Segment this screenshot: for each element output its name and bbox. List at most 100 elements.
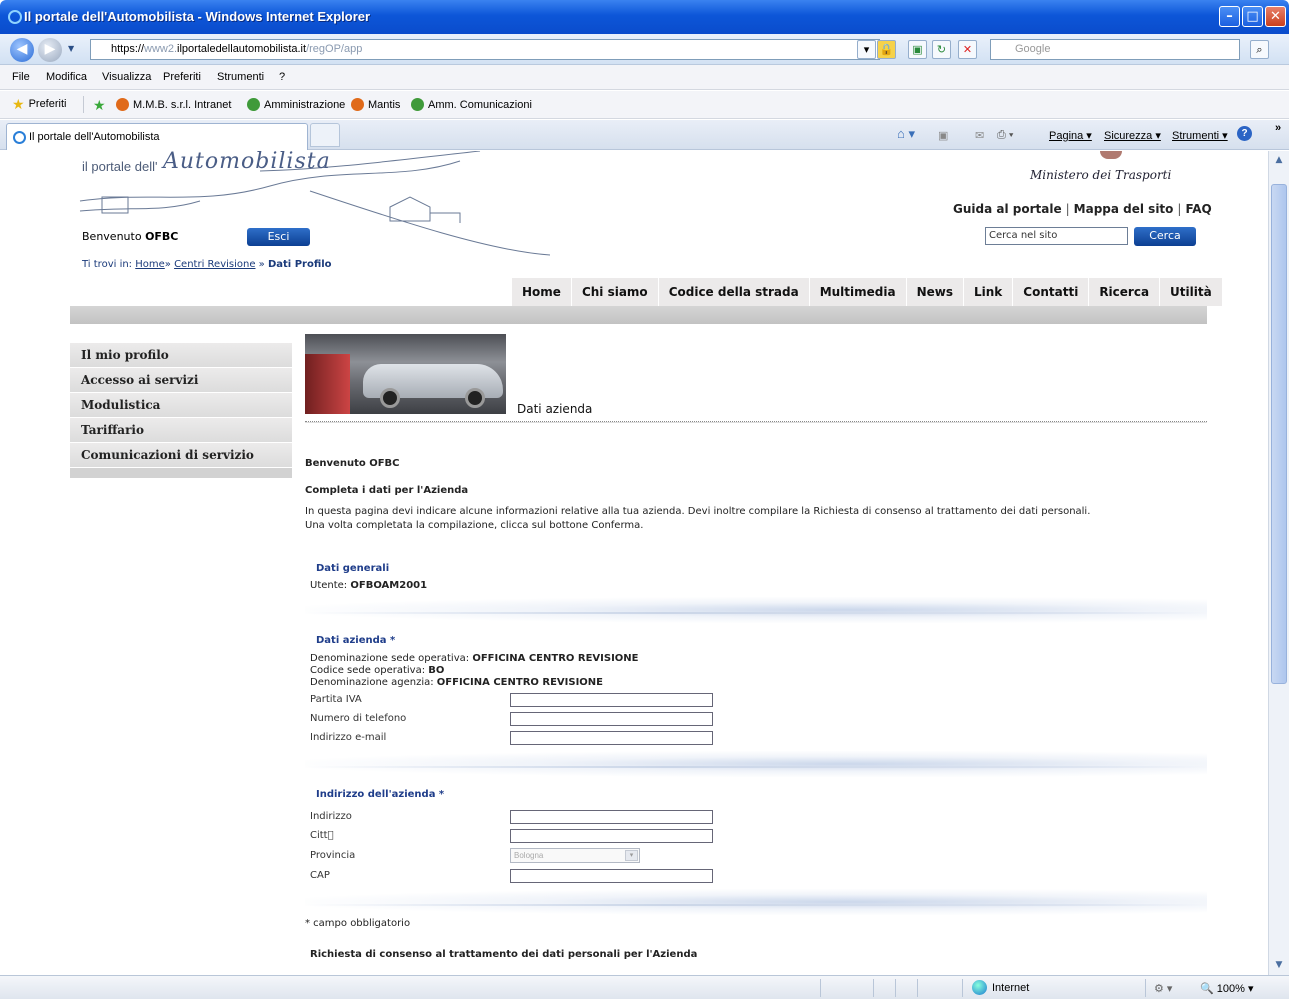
breadcrumb-home[interactable]: Home [135, 259, 165, 270]
window-titlebar: Il portale dell'Automobilista - Windows … [0, 0, 1289, 34]
dati-generali-title: Dati generali [316, 563, 390, 574]
sidebar-item-accesso[interactable]: Accesso ai servizi [70, 368, 292, 393]
link-faq[interactable]: FAQ [1185, 202, 1211, 216]
logout-button[interactable]: Esci [247, 228, 310, 246]
favorites-button[interactable]: ★ Preferiti [12, 97, 66, 111]
logo-script: Automobilista [163, 151, 331, 174]
consenso-title: Richiesta di consenso al trattamento dei… [310, 949, 698, 960]
zoom-level[interactable]: 🔍 100% ▾ [1200, 982, 1253, 995]
nav-contatti[interactable]: Contatti [1013, 278, 1090, 306]
den-agenzia-row: Denominazione agenzia: OFFICINA CENTRO R… [310, 677, 603, 688]
site-search-input[interactable]: Cerca nel sito [985, 227, 1128, 245]
refresh-icon[interactable]: ↻ [932, 40, 951, 59]
menu-strumenti[interactable]: Strumenti [217, 71, 264, 83]
close-button[interactable]: ✕ [1265, 6, 1286, 27]
menu-preferiti[interactable]: Preferiti [163, 71, 201, 83]
sidebar-item-profilo[interactable]: Il mio profilo [70, 343, 292, 368]
stop-icon[interactable]: ✕ [958, 40, 977, 59]
url-dropdown-icon[interactable]: ▾ [857, 40, 876, 59]
nav-multimedia[interactable]: Multimedia [810, 278, 907, 306]
ministry-emblem [1100, 151, 1122, 159]
cmd-sicurezza[interactable]: Sicurezza ▾ [1104, 129, 1161, 142]
sidebar-item-comunicazioni[interactable]: Comunicazioni di servizio [70, 443, 292, 468]
utente-row: Utente: OFBOAM2001 [310, 580, 428, 591]
help-icon[interactable]: ? [1237, 126, 1252, 141]
indirizzo-label: Indirizzo [310, 811, 352, 822]
provincia-select[interactable]: Bologna ▾ [510, 848, 640, 863]
top-links: Guida al portale | Mappa del sito | FAQ [953, 202, 1212, 216]
url-input[interactable]: https://www2.ilportaledellautomobilista.… [90, 39, 880, 60]
minimize-button[interactable]: – [1219, 6, 1240, 27]
history-dropdown-icon[interactable]: ▼ [68, 44, 74, 53]
required-note: * campo obbligatorio [305, 918, 411, 929]
telefono-label: Numero di telefono [310, 713, 407, 724]
tab-bar: Il portale dell'Automobilista ⌂ ▾ ▣ ✉ ⎙ … [0, 120, 1289, 150]
menu-file[interactable]: File [12, 71, 30, 83]
link-mappa[interactable]: Mappa del sito [1074, 202, 1174, 216]
maximize-button[interactable]: □ [1242, 6, 1263, 27]
indirizzo-field[interactable] [510, 810, 713, 824]
scrollbar-thumb[interactable] [1271, 184, 1287, 684]
cap-field[interactable] [510, 869, 713, 883]
breadcrumb-current: Dati Profilo [267, 259, 332, 270]
fav-amm-comunicazioni[interactable]: Amm. Comunicazioni [411, 98, 532, 111]
intro-text-2: Una volta completata la compilazione, cl… [305, 520, 644, 531]
link-icon [247, 98, 260, 111]
lock-icon[interactable]: 🔒 [877, 40, 896, 59]
nav-news[interactable]: News [907, 278, 964, 306]
link-guida[interactable]: Guida al portale [953, 202, 1062, 216]
partita-iva-label: Partita IVA [310, 694, 362, 705]
menu-modifica[interactable]: Modifica [46, 71, 87, 83]
cmd-strumenti[interactable]: Strumenti ▾ [1172, 129, 1228, 142]
search-icon[interactable]: ⌕ [1250, 40, 1269, 59]
scroll-up-icon[interactable]: ▲ [1272, 153, 1286, 167]
ie-icon [8, 10, 22, 24]
feeds-icon[interactable]: ▣ [938, 129, 948, 142]
print-icon[interactable]: ⎙ ▾ [997, 129, 1013, 142]
main-nav: Home Chi siamo Codice della strada Multi… [512, 278, 1223, 306]
forward-icon[interactable]: ▶ [38, 38, 62, 62]
home-icon[interactable]: ⌂ ▾ [897, 126, 915, 142]
nav-ricerca[interactable]: Ricerca [1089, 278, 1161, 306]
email-field[interactable] [510, 731, 713, 745]
cap-label: CAP [310, 870, 330, 881]
vertical-scrollbar[interactable]: ▲ ▼ [1268, 151, 1289, 975]
new-tab-button[interactable] [310, 123, 340, 147]
nav-codice-strada[interactable]: Codice della strada [659, 278, 810, 306]
sidebar-item-modulistica[interactable]: Modulistica [70, 393, 292, 418]
cmd-pagina[interactable]: Pagina ▾ [1049, 129, 1092, 142]
mail-icon[interactable]: ✉ [975, 129, 984, 142]
menu-visualizza[interactable]: Visualizza [102, 71, 151, 83]
menu-bar: File Modifica Visualizza Preferiti Strum… [0, 65, 1289, 90]
zone-label: Internet [992, 982, 1030, 994]
fav-mmb-intranet[interactable]: M.M.B. s.r.l. Intranet [116, 98, 231, 111]
search-button[interactable]: Cerca [1134, 227, 1196, 246]
window-title: Il portale dell'Automobilista - Windows … [24, 9, 371, 24]
chevron-more-icon[interactable]: » [1275, 122, 1281, 134]
browser-search-input[interactable]: Google [990, 39, 1240, 60]
nav-chi-siamo[interactable]: Chi siamo [572, 278, 659, 306]
menu-help[interactable]: ? [279, 71, 285, 83]
status-bar: Internet ⚙ ▾ 🔍 100% ▾ [0, 975, 1289, 999]
telefono-field[interactable] [510, 712, 713, 726]
intro-text-1: In questa pagina devi indicare alcune in… [305, 506, 1091, 517]
back-icon[interactable]: ◀ [10, 38, 34, 62]
protected-mode-icon[interactable]: ⚙ ▾ [1154, 982, 1172, 995]
nav-utilita[interactable]: Utilità [1160, 278, 1223, 306]
sidebar-item-tariffario[interactable]: Tariffario [70, 418, 292, 443]
dati-azienda-title: Dati azienda * [316, 635, 396, 646]
citta-field[interactable] [510, 829, 713, 843]
compatibility-icon[interactable]: ▣ [908, 40, 927, 59]
tab-portale[interactable]: Il portale dell'Automobilista [6, 123, 308, 150]
nav-home[interactable]: Home [512, 278, 572, 306]
fav-amministrazione[interactable]: Amministrazione [247, 98, 345, 111]
workshop-photo [305, 334, 506, 414]
provincia-label: Provincia [310, 850, 356, 861]
partita-iva-field[interactable] [510, 693, 713, 707]
scroll-down-icon[interactable]: ▼ [1272, 958, 1286, 972]
add-favorite-icon[interactable]: ★ [93, 98, 106, 112]
ministry-logo: Ministero dei Trasporti [1030, 168, 1172, 182]
breadcrumb-centri-revisione[interactable]: Centri Revisione [174, 259, 255, 270]
nav-link[interactable]: Link [964, 278, 1014, 306]
fav-mantis[interactable]: Mantis [351, 98, 400, 111]
